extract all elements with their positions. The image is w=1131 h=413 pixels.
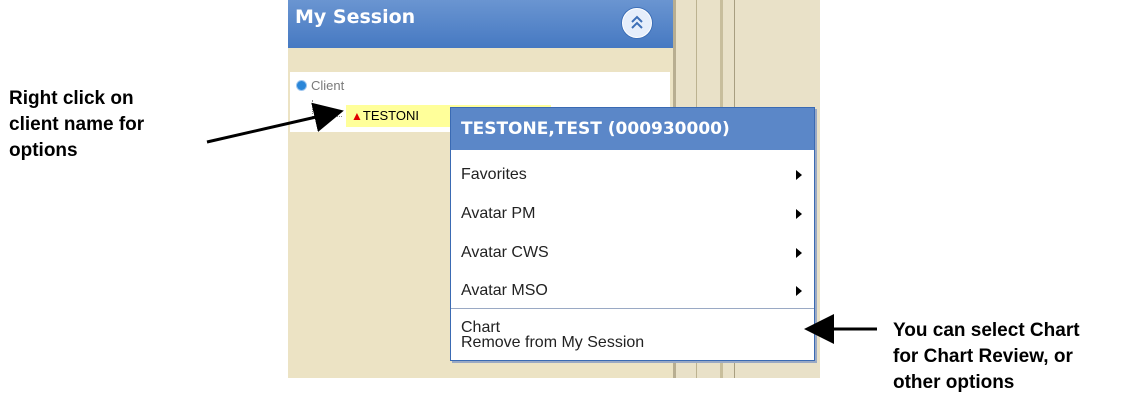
annotation-arrows: [206, 102, 877, 344]
arrow-to-client-name: [206, 102, 344, 144]
